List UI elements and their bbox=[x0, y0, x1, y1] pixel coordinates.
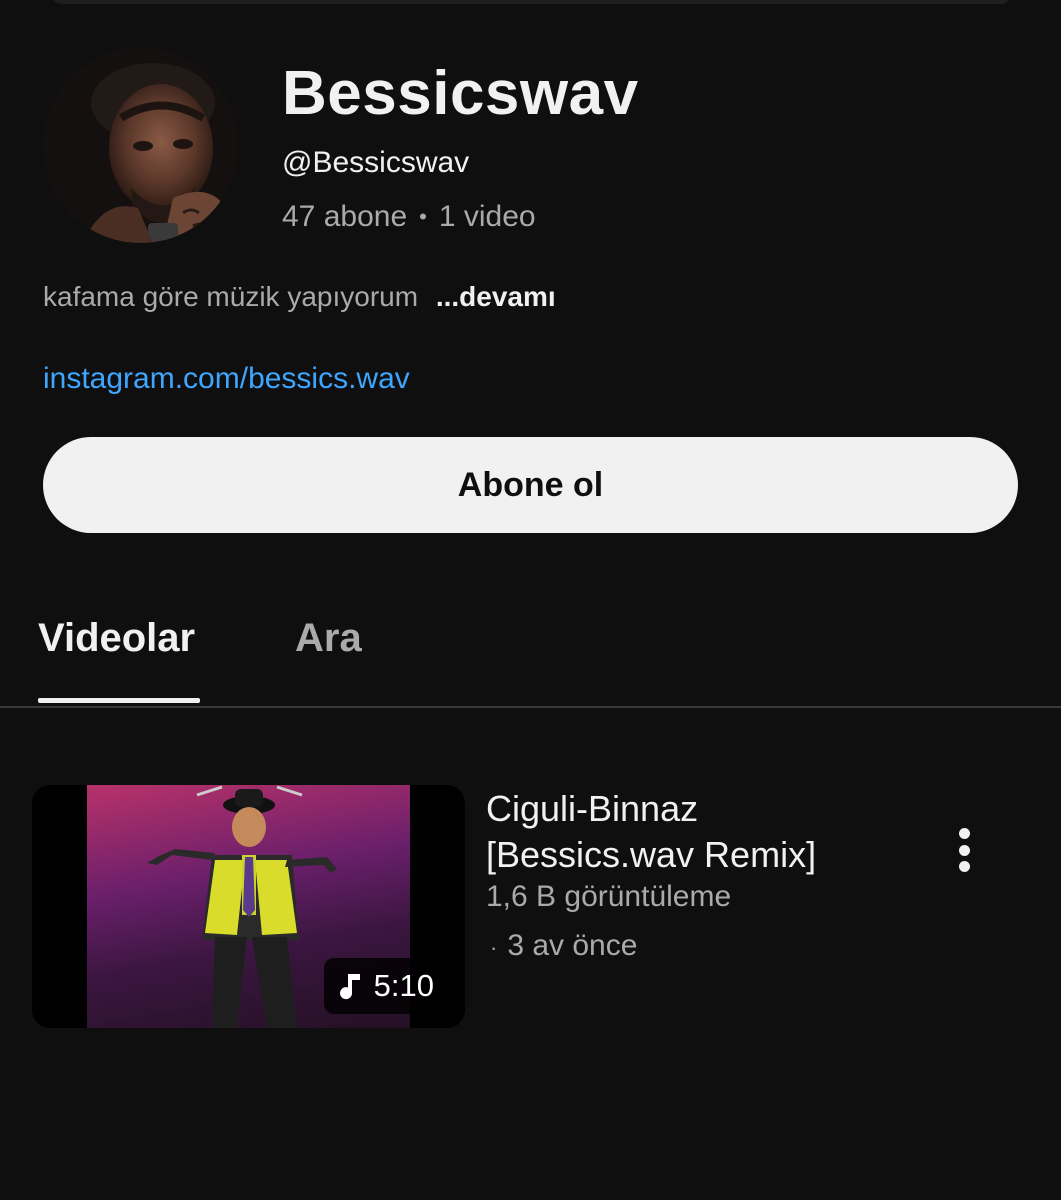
tab-search[interactable]: Ara bbox=[295, 616, 362, 661]
video-thumbnail[interactable]: 5:10 bbox=[32, 785, 465, 1028]
age-separator: · bbox=[490, 935, 498, 960]
menu-dot bbox=[958, 861, 970, 872]
channel-avatar[interactable] bbox=[43, 48, 238, 243]
subscribe-button[interactable]: Abone ol bbox=[43, 437, 1018, 533]
description-more-link[interactable]: ...devamı bbox=[436, 281, 556, 312]
more-vert-icon[interactable] bbox=[940, 822, 988, 878]
stats-separator: • bbox=[419, 204, 427, 229]
music-note-icon bbox=[339, 974, 360, 1000]
channel-handle: @Bessicswav bbox=[282, 146, 470, 179]
channel-name: Bessicswav bbox=[282, 59, 639, 128]
video-duration: 5:10 bbox=[373, 968, 434, 1003]
channel-page: Bessicswav @Bessicswav 47 abone • 1 vide… bbox=[0, 0, 1061, 1200]
video-count: 1 video bbox=[438, 200, 536, 233]
channel-description[interactable]: kafama göre müzik yapıyorum ...devamı bbox=[43, 281, 556, 313]
duration-badge: 5:10 bbox=[323, 958, 448, 1014]
video-title[interactable]: Ciguli-Binnaz [Bessics.wav Remix] bbox=[486, 786, 886, 878]
channel-external-link[interactable]: instagram.com/bessics.wav bbox=[43, 362, 410, 396]
active-tab-indicator bbox=[38, 698, 200, 703]
subscriber-count: 47 abone bbox=[282, 200, 408, 233]
avatar-portrait-image bbox=[43, 48, 238, 243]
video-age-text: 3 av önce bbox=[507, 929, 638, 962]
description-text: kafama göre müzik yapıyorum bbox=[43, 281, 419, 312]
tabs-divider bbox=[0, 706, 1061, 708]
video-views: 1,6 B görüntüleme bbox=[486, 880, 732, 913]
channel-stats: 47 abone • 1 video bbox=[282, 200, 536, 234]
tab-videos[interactable]: Videolar bbox=[38, 616, 195, 661]
channel-banner bbox=[50, 0, 1012, 4]
menu-dot bbox=[958, 828, 970, 839]
video-age: · 3 av önce bbox=[490, 929, 637, 963]
menu-dot bbox=[958, 844, 970, 856]
